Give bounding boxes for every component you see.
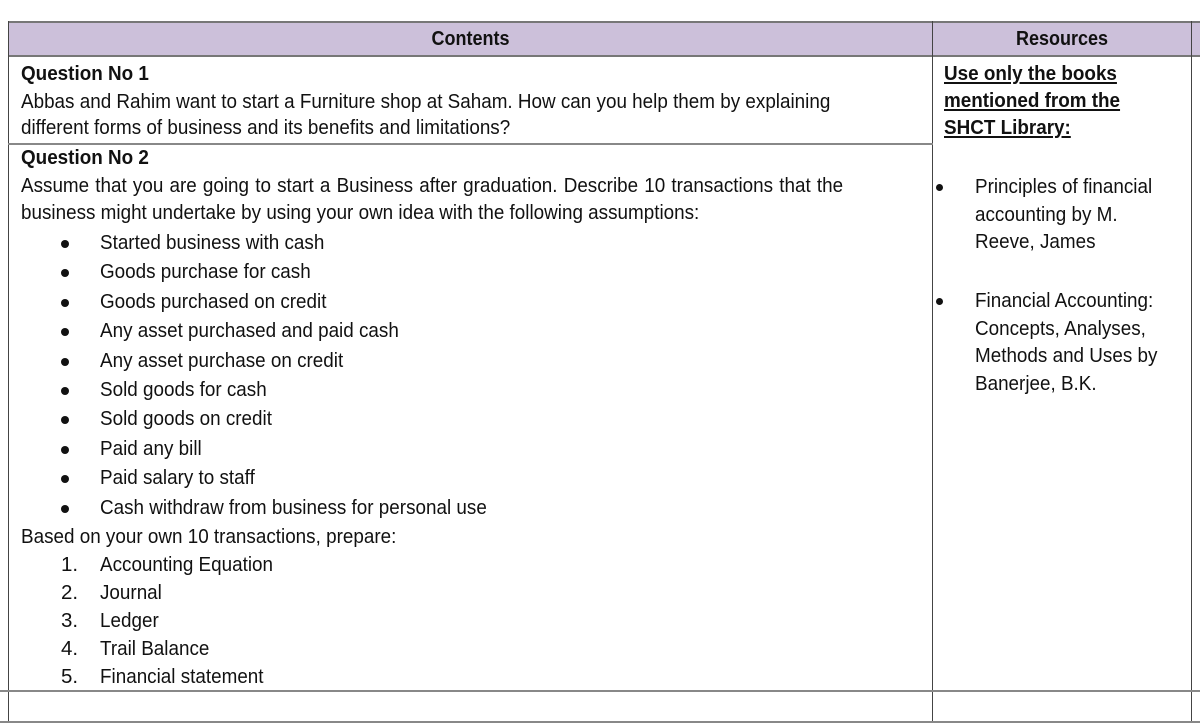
book-line: Reeve, James [975,228,1106,256]
prepare-intro: Based on your own 10 transactions, prepa… [21,523,429,551]
assumption-text: Paid any bill [100,436,202,460]
book-text: Banerjee, B.K. [975,371,1097,395]
question-1-line: different forms of business and its bene… [21,116,511,139]
assumption-item: Paid any bill [100,435,211,463]
border-left [8,21,9,723]
prepare-text: Financial statement [100,665,264,688]
question-1: Question No 1 Abbas and Rahim want to st… [21,60,901,142]
book-text: Methods and Uses by [975,344,1158,367]
book-text: Reeve, James [975,230,1096,253]
prepare-intro-text: Based on your own 10 transactions, prepa… [21,525,397,548]
resources-heading-line: Use only the books [944,62,1117,85]
book-line: Financial Accounting: [975,287,1169,315]
prepare-number: 3. [61,609,79,632]
book-line: accounting by M. [975,201,1130,229]
book-text: Concepts, Analyses, [975,316,1146,340]
bullet-icon [61,504,69,513]
assumption-item: Started business with cash [100,229,344,257]
bullet-icon [61,416,69,425]
assumption-text: Started business with cash [100,231,325,254]
header-extra [1191,21,1200,57]
question-2: Question No 2 Assume that you are going … [21,144,926,227]
bullet-icon [61,387,69,395]
bullet-icon [936,184,943,191]
book-text: Principles of financial [975,175,1153,198]
bullet-icon [61,240,69,248]
resources-heading-line: mentioned from the [944,89,1121,112]
prepare-item: Accounting Equation [100,551,288,579]
contents-heading: Contents [431,28,510,50]
assumption-item: Goods purchased on credit [100,288,346,316]
header-contents: Contents [8,21,933,57]
assumption-text: Sold goods on credit [100,407,272,431]
prepare-number: 5. [61,665,79,688]
assumption-text: Sold goods for cash [100,378,267,401]
assumption-text: Goods purchased on credit [100,289,327,313]
bullet-icon [61,475,69,484]
assumption-text: Goods purchase for cash [100,260,311,284]
question-2-line: Assume that you are going to start a Bus… [21,174,844,197]
assumption-text: Paid salary to staff [100,466,255,490]
book-line: Methods and Uses by [975,342,1173,370]
bullet-icon [61,328,69,337]
assumption-item: Sold goods for cash [100,376,281,404]
bullet-icon [61,298,69,307]
question-1-line: Abbas and Rahim want to start a Furnitur… [21,90,831,113]
assumption-item: Paid salary to staff [100,464,268,492]
assumption-item: Sold goods on credit [100,405,287,433]
book-text: accounting by M. [975,202,1118,226]
header-resources: Resources [933,21,1191,57]
bullet-icon [61,445,69,454]
prepare-text: Journal [100,581,162,604]
table-bottom [0,721,1200,723]
assumption-item: Any asset purchased and paid cash [100,317,425,345]
prepare-number: 1. [61,553,79,576]
book-text: Financial Accounting: [975,289,1154,312]
prepare-text: Trail Balance [100,637,210,660]
border-right [1191,21,1192,723]
assumption-item: Any asset purchase on credit [100,347,364,375]
prepare-item: Financial statement [100,663,278,691]
bullet-icon [61,269,69,278]
book-line: Principles of financial [975,173,1168,201]
prepare-item: Ledger [100,607,164,635]
assumption-item: Cash withdraw from business for personal… [100,494,520,522]
question-2-line: business might undertake by using your o… [21,201,700,224]
prepare-text: Accounting Equation [100,553,274,576]
column-divider [932,21,933,723]
bullet-icon [936,298,943,305]
assumption-text: Any asset purchased and paid cash [100,319,399,343]
prepare-item: Journal [100,579,167,607]
assumption-text: Cash withdraw from business for personal… [100,495,487,519]
resources-heading-line: SHCT Library: [944,116,1071,139]
question-2-title: Question No 2 [21,146,149,169]
resources-heading: Resources [1015,28,1109,50]
question-1-title: Question No 1 [21,62,149,85]
resources-heading-block: Use only the books mentioned from the SH… [944,60,1135,142]
assumption-item: Goods purchase for cash [100,258,329,286]
bullet-icon [61,357,69,366]
book-line: Banerjee, B.K. [975,370,1107,398]
prepare-item: Trail Balance [100,635,219,663]
prepare-text: Ledger [100,609,159,632]
prepare-number: 4. [61,637,79,660]
book-line: Concepts, Analyses, [975,315,1161,343]
prepare-number: 2. [61,581,79,604]
assumption-text: Any asset purchase on credit [100,348,344,372]
